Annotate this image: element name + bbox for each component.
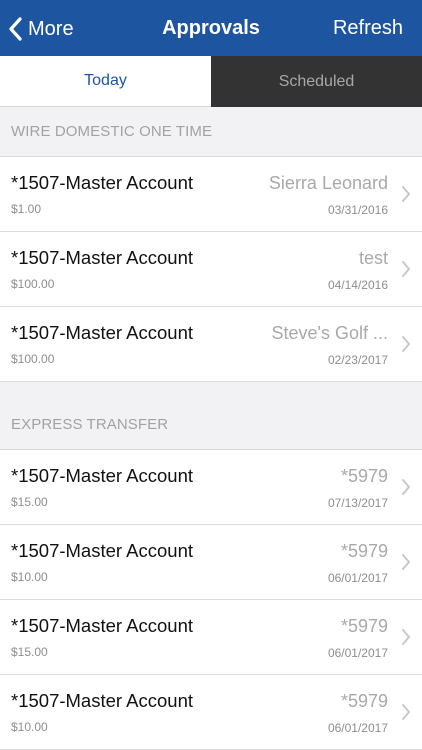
row-recipient: *5979 bbox=[340, 466, 388, 486]
approvals-list: WIRE DOMESTIC ONE TIME *1507-Master Acco… bbox=[0, 107, 422, 750]
page-title: Approvals bbox=[162, 17, 260, 39]
section-spacer bbox=[0, 382, 422, 400]
approval-row[interactable]: *1507-Master Account $10.00 *5979 06/01/… bbox=[0, 675, 422, 750]
row-amount: $15.00 bbox=[11, 645, 48, 659]
approval-row[interactable]: *1507-Master Account $15.00 *5979 07/13/… bbox=[0, 450, 422, 525]
chevron-right-icon bbox=[401, 335, 411, 353]
row-account: *1507-Master Account bbox=[11, 322, 194, 343]
chevron-left-icon bbox=[8, 17, 22, 41]
row-recipient: *5979 bbox=[340, 616, 388, 636]
row-date: 06/01/2017 bbox=[327, 721, 388, 735]
row-amount: $10.00 bbox=[11, 570, 48, 584]
navigation-bar: More Approvals Refresh bbox=[0, 0, 422, 56]
row-date: 06/01/2017 bbox=[327, 571, 388, 585]
approval-row[interactable]: *1507-Master Account $100.00 test 04/14/… bbox=[0, 232, 422, 307]
row-amount: $10.00 bbox=[11, 720, 48, 734]
row-amount: $15.00 bbox=[11, 495, 48, 509]
row-account: *1507-Master Account bbox=[11, 690, 194, 711]
row-account: *1507-Master Account bbox=[11, 172, 194, 193]
row-amount: $100.00 bbox=[11, 352, 55, 366]
chevron-right-icon bbox=[401, 185, 411, 203]
approval-row[interactable]: *1507-Master Account $100.00 Steve's Gol… bbox=[0, 307, 422, 382]
chevron-right-icon bbox=[401, 628, 411, 646]
tab-scheduled[interactable]: Scheduled bbox=[211, 56, 422, 107]
row-account: *1507-Master Account bbox=[11, 247, 194, 268]
row-recipient: test bbox=[358, 248, 388, 268]
row-recipient: *5979 bbox=[340, 691, 388, 711]
approval-row[interactable]: *1507-Master Account $15.00 *5979 06/01/… bbox=[0, 600, 422, 675]
refresh-button[interactable]: Refresh bbox=[333, 17, 403, 40]
row-date: 04/14/2016 bbox=[327, 278, 388, 292]
row-amount: $100.00 bbox=[11, 277, 55, 291]
tab-bar: Today Scheduled bbox=[0, 56, 422, 107]
section-header-express-transfer: EXPRESS TRANSFER bbox=[0, 400, 422, 450]
row-date: 03/31/2016 bbox=[327, 203, 388, 217]
back-button-label: More bbox=[28, 17, 74, 40]
row-recipient: Steve's Golf ... bbox=[271, 323, 388, 343]
row-amount: $1.00 bbox=[11, 202, 42, 216]
row-recipient: *5979 bbox=[340, 541, 388, 561]
chevron-right-icon bbox=[401, 478, 411, 496]
section-header-wire-domestic: WIRE DOMESTIC ONE TIME bbox=[0, 107, 422, 157]
chevron-right-icon bbox=[401, 260, 411, 278]
chevron-right-icon bbox=[401, 703, 411, 721]
chevron-right-icon bbox=[401, 553, 411, 571]
tab-today[interactable]: Today bbox=[0, 56, 211, 107]
row-date: 06/01/2017 bbox=[327, 646, 388, 660]
approval-row[interactable]: *1507-Master Account $10.00 *5979 06/01/… bbox=[0, 525, 422, 600]
row-account: *1507-Master Account bbox=[11, 465, 194, 486]
row-recipient: Sierra Leonard bbox=[268, 173, 388, 193]
row-account: *1507-Master Account bbox=[11, 615, 194, 636]
approval-row[interactable]: *1507-Master Account $1.00 Sierra Leonar… bbox=[0, 157, 422, 232]
back-button[interactable]: More bbox=[8, 12, 74, 46]
row-date: 02/23/2017 bbox=[327, 353, 388, 367]
row-account: *1507-Master Account bbox=[11, 540, 194, 561]
row-date: 07/13/2017 bbox=[327, 496, 388, 510]
